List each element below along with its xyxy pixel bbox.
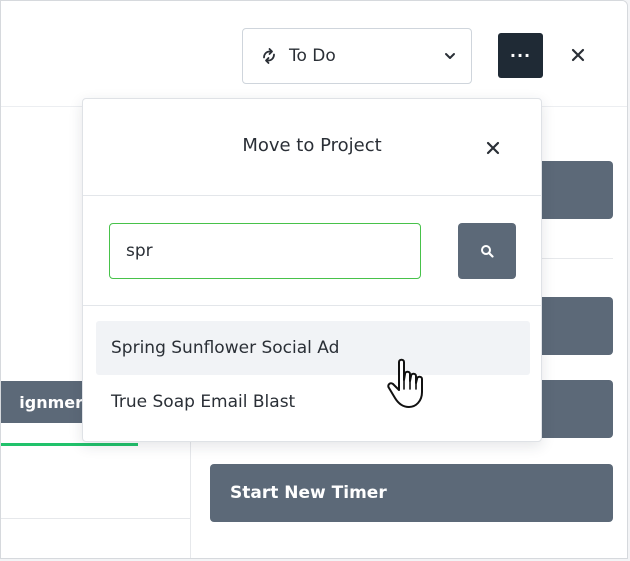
active-tab-indicator [1,443,138,446]
project-result-item[interactable]: Spring Sunflower Social Ad [96,321,530,375]
popover-title: Move to Project [242,135,382,156]
status-dropdown-label: To Do [289,46,336,66]
app-window: To Do ··· ignmer Start New Timer Move to… [0,0,628,559]
start-new-timer-label: Start New Timer [230,483,387,503]
divider [541,258,613,259]
move-to-project-popover: Move to Project Spring Sunflower Social … [82,98,542,442]
close-icon [486,141,500,155]
search-icon [481,245,494,258]
divider [1,518,191,519]
more-options-button[interactable]: ··· [498,33,543,78]
close-icon [571,48,585,62]
project-search-input[interactable] [109,223,421,279]
project-result-item[interactable]: True Soap Email Blast [96,375,530,429]
chevron-down-icon [445,53,455,59]
popover-header: Move to Project [83,99,541,196]
assignment-tab[interactable]: ignmer [1,381,89,423]
assignment-tab-label: ignmer [19,392,83,412]
sync-icon [263,48,275,64]
close-panel-button[interactable] [564,41,592,69]
task-header: To Do ··· [1,1,627,107]
popover-close-button[interactable] [481,136,505,160]
status-dropdown[interactable]: To Do [242,28,472,84]
search-button[interactable] [458,223,516,279]
start-new-timer-button[interactable]: Start New Timer [210,464,613,522]
project-search-row [83,196,541,306]
